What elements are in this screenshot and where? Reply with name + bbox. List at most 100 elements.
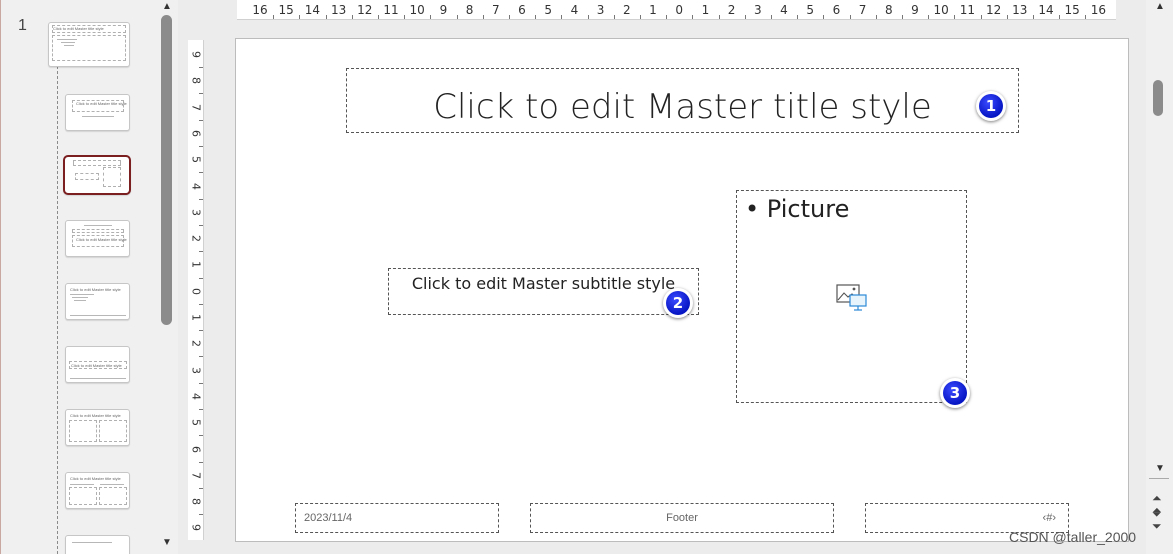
ruler-label: 5 <box>189 156 203 164</box>
watermark: CSDN @taller_2000 <box>1009 529 1137 545</box>
ruler-tick <box>928 15 930 19</box>
scroll-up-icon[interactable]: ▲ <box>162 1 172 12</box>
ruler-label: 11 <box>959 3 976 17</box>
thumbnail-scrollbar[interactable]: ▲ ▼ <box>157 0 177 554</box>
ruler-label: 4 <box>189 182 203 190</box>
ruler-tick <box>199 224 203 226</box>
ruler-label: 8 <box>189 77 203 85</box>
ruler-label: 13 <box>330 3 347 17</box>
subtitle-text: Click to edit Master subtitle style <box>411 274 676 293</box>
ruler-label: 6 <box>518 3 526 17</box>
ruler-tick <box>482 15 484 19</box>
layout-thumbnail-title-only[interactable]: Click to edit Master title style <box>65 346 130 383</box>
ruler-label: 4 <box>570 3 579 17</box>
ruler-label: 5 <box>806 3 815 17</box>
ruler-label: 9 <box>189 51 203 58</box>
layout-thumbnail-picture[interactable] <box>63 155 131 195</box>
callout-badge-1: 1 <box>976 91 1006 121</box>
ruler-label: 12 <box>357 3 373 17</box>
ruler-label: 1 <box>189 314 203 321</box>
ruler-label: 7 <box>491 3 500 17</box>
ruler-tick <box>199 461 203 463</box>
ruler-tick <box>901 15 903 19</box>
layout-thumbnail-content[interactable]: Click to edit Master title style <box>65 283 130 320</box>
ruler-tick <box>199 514 203 516</box>
ruler-tick <box>456 15 458 19</box>
ruler-tick <box>199 303 203 305</box>
ruler-tick <box>351 15 353 19</box>
ruler-label: 2 <box>727 3 736 17</box>
thumbnail-scroll-thumb[interactable] <box>161 15 172 325</box>
ruler-tick <box>797 15 799 19</box>
slide-canvas[interactable]: Click to edit Master title style 1 Click… <box>235 38 1129 542</box>
slide-scroll-thumb[interactable] <box>1153 80 1163 116</box>
ruler-label: 7 <box>189 471 203 479</box>
ruler-tick <box>1059 15 1061 19</box>
ruler-tick <box>875 15 877 19</box>
master-slide-thumbnail[interactable]: Click to edit Master title style <box>48 22 130 67</box>
ruler-tick <box>849 15 851 19</box>
ruler-label: 11 <box>383 3 399 17</box>
ruler-tick <box>430 15 432 19</box>
ruler-label: 12 <box>985 3 1002 17</box>
ruler-tick <box>1085 15 1087 19</box>
ruler-tick <box>299 15 301 19</box>
horizontal-ruler[interactable]: 16 15 14 13 12 11 10 9 8 7 6 5 4 3 2 1 0 1 2 3 4 5 6 7 8 9 10 11 12 1… <box>237 0 1116 20</box>
slide-scrollbar[interactable]: ▲ ▼ ⏶ ⏶ ⏷ ⏷ <box>1146 0 1173 554</box>
ruler-label: 15 <box>1064 3 1080 17</box>
callout-badge-2: 2 <box>663 288 693 318</box>
layout-thumbnail-two-content[interactable]: Click to edit Master title style <box>65 409 130 446</box>
layout-tree-line <box>57 66 58 554</box>
ruler-tick <box>199 172 203 174</box>
date-placeholder[interactable]: 2023/11/4 <box>295 503 499 533</box>
ruler-label: 1 <box>701 3 710 17</box>
ruler-tick <box>744 15 746 19</box>
layout-thumbnail-blank[interactable] <box>65 535 130 554</box>
subtitle-placeholder[interactable]: Click to edit Master subtitle style <box>388 268 699 315</box>
ruler-label: 10 <box>409 3 425 17</box>
ruler-label: 16 <box>1090 3 1107 17</box>
scroll-down-icon[interactable]: ▼ <box>162 537 172 548</box>
ruler-tick <box>199 277 203 279</box>
ruler-tick <box>199 198 203 200</box>
ruler-tick <box>823 15 825 19</box>
title-placeholder[interactable]: Click to edit Master title style <box>346 68 1019 133</box>
ruler-tick <box>199 382 203 384</box>
ruler-label: 6 <box>189 129 203 137</box>
ruler-label: 9 <box>189 524 203 532</box>
scroll-up-icon[interactable]: ▲ <box>1155 1 1165 12</box>
ruler-tick <box>718 15 720 19</box>
ruler-label: 1 <box>189 261 203 269</box>
picture-placeholder[interactable]: • Picture <box>736 190 967 403</box>
callout-badge-3: 3 <box>940 378 970 408</box>
ruler-label: 8 <box>189 498 203 506</box>
ruler-tick <box>199 435 203 437</box>
ruler-label: 2 <box>189 235 203 243</box>
ruler-label: 3 <box>189 208 203 216</box>
ruler-tick <box>535 15 537 19</box>
layout-thumbnail-title[interactable]: Click to edit Master title style <box>65 94 130 131</box>
ruler-label: 8 <box>465 3 474 17</box>
ruler-label: 0 <box>675 3 684 17</box>
ruler-tick <box>199 67 203 69</box>
next-slide-icon[interactable]: ⏷ ⏷ <box>1152 508 1162 532</box>
ruler-tick <box>692 15 694 19</box>
ruler-label: 3 <box>596 3 605 17</box>
ruler-tick <box>666 15 668 19</box>
ruler-label: 4 <box>189 392 203 400</box>
layout-thumbnail-comparison[interactable]: Click to edit Master title style <box>65 472 130 509</box>
insert-picture-icon[interactable] <box>836 284 868 312</box>
ruler-tick <box>954 15 956 19</box>
ruler-tick <box>325 15 327 19</box>
ruler-label: 14 <box>304 3 321 17</box>
footer-placeholder[interactable]: Footer <box>530 503 834 533</box>
ruler-label: 13 <box>1012 3 1028 17</box>
layout-thumbnail-section[interactable]: Click to edit Master title style <box>65 220 130 257</box>
ruler-tick <box>199 330 203 332</box>
ruler-tick <box>199 119 203 121</box>
vertical-ruler[interactable]: 9 8 7 6 5 4 3 2 1 0 1 2 3 4 5 6 7 8 9 <box>188 40 204 540</box>
ruler-label: 16 <box>252 3 268 17</box>
ruler-tick <box>199 146 203 148</box>
ruler-tick <box>377 15 379 19</box>
scroll-down-icon[interactable]: ▼ <box>1155 463 1165 474</box>
